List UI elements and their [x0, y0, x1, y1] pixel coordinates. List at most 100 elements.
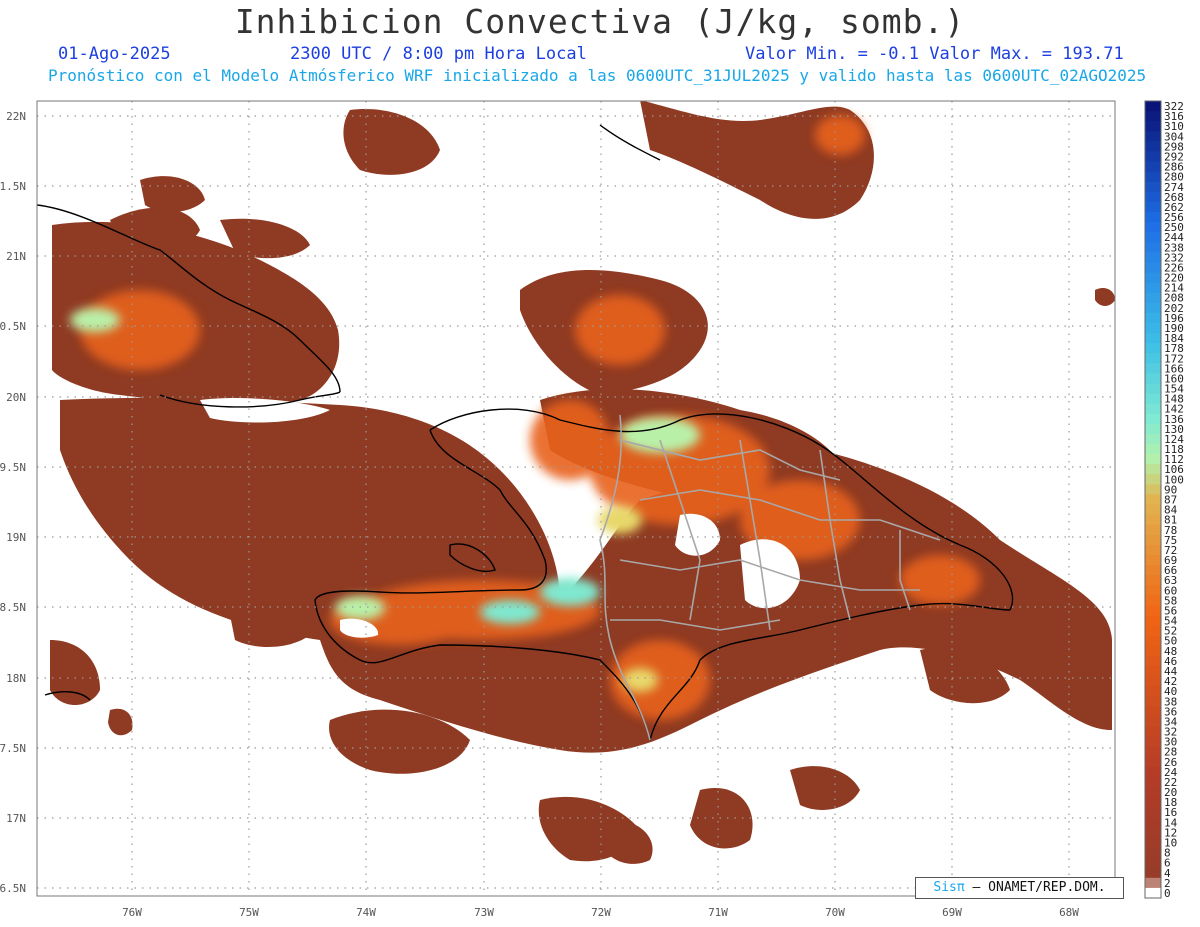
colorbar-swatch	[1145, 756, 1161, 768]
colorbar-swatch	[1145, 272, 1161, 284]
colorbar-swatch	[1145, 585, 1161, 596]
colorbar-swatch	[1145, 554, 1161, 566]
colorbar-swatch	[1145, 696, 1161, 707]
lat-label: 1.5N	[0, 180, 26, 193]
colorbar-swatch	[1145, 302, 1161, 314]
sis-logo: Sisπ	[933, 880, 965, 895]
latitude-labels: 22N 1.5N 21N 0.5N 20N 9.5N 19N 8.5N 18N …	[0, 110, 26, 895]
cin-field	[50, 101, 1115, 864]
colorbar-swatch	[1145, 232, 1161, 243]
colorbar-swatch	[1145, 101, 1161, 112]
colorbar-swatch	[1145, 423, 1161, 435]
colorbar-swatch	[1145, 262, 1161, 274]
colorbar-swatch	[1145, 706, 1161, 717]
colorbar-swatch	[1145, 504, 1161, 516]
lon-label: 75W	[239, 906, 259, 919]
credit-box: Sisπ – ONAMET/REP.DOM.	[915, 877, 1124, 899]
lat-label: 18N	[6, 672, 26, 685]
lat-label: 22N	[6, 110, 26, 123]
colorbar-swatch	[1145, 837, 1161, 849]
colorbar-swatch	[1145, 444, 1161, 455]
colorbar-swatch	[1145, 292, 1161, 304]
lat-label: 17N	[6, 812, 26, 825]
colorbar-swatch	[1145, 686, 1161, 697]
colorbar-swatch	[1145, 847, 1161, 859]
colorbar: 3223163103042982922862802742682622562502…	[1144, 100, 1184, 900]
colorbar-swatch	[1145, 171, 1161, 183]
colorbar-swatch	[1145, 383, 1161, 395]
colorbar-swatch	[1145, 716, 1161, 727]
colorbar-swatch	[1145, 353, 1161, 364]
colorbar-swatch	[1145, 191, 1161, 203]
lat-label: 21N	[6, 250, 26, 263]
colorbar-swatch	[1145, 211, 1161, 223]
colorbar-swatch	[1145, 887, 1161, 899]
colorbar-swatch	[1145, 433, 1161, 445]
colorbar-swatch	[1145, 534, 1161, 546]
colorbar-swatch	[1145, 484, 1161, 495]
colorbar-swatch	[1145, 524, 1161, 536]
colorbar-swatch	[1145, 312, 1161, 324]
colorbar-swatch	[1145, 121, 1161, 132]
lat-label: 6.5N	[0, 882, 26, 895]
lat-label: 8.5N	[0, 601, 26, 614]
colorbar-swatch	[1145, 625, 1161, 637]
colorbar-swatch	[1145, 363, 1161, 374]
lon-label: 68W	[1059, 906, 1079, 919]
colorbar-swatch	[1145, 201, 1161, 213]
colorbar-swatch	[1145, 373, 1161, 384]
lat-label: 19N	[6, 531, 26, 544]
colorbar-swatch	[1145, 605, 1161, 617]
credit-text: – ONAMET/REP.DOM.	[964, 880, 1106, 895]
colorbar-swatch	[1145, 867, 1161, 879]
lat-label: 9.5N	[0, 461, 26, 474]
colorbar-swatch	[1145, 676, 1161, 687]
colorbar-swatch	[1145, 655, 1161, 667]
lat-label: 20N	[6, 391, 26, 404]
colorbar-swatch	[1145, 464, 1161, 475]
colorbar-swatch	[1145, 665, 1161, 677]
colorbar-swatch	[1145, 131, 1161, 142]
colorbar-swatch	[1145, 565, 1161, 576]
lat-label: 7.5N	[0, 742, 26, 755]
colorbar-swatch	[1145, 393, 1161, 405]
colorbar-swatch	[1145, 494, 1161, 506]
longitude-labels: 76W 75W 74W 73W 72W 71W 70W 69W 68W	[122, 906, 1079, 919]
colorbar-swatch	[1145, 726, 1161, 738]
colorbar-swatch	[1145, 857, 1161, 869]
lon-label: 71W	[708, 906, 728, 919]
cin-map: 22N 1.5N 21N 0.5N 20N 9.5N 19N 8.5N 18N …	[0, 100, 1184, 919]
colorbar-swatch	[1145, 817, 1161, 828]
colorbar-swatch	[1145, 645, 1161, 657]
colorbar-swatch	[1145, 514, 1161, 526]
colorbar-swatch	[1145, 635, 1161, 647]
colorbar-swatch	[1145, 111, 1161, 122]
colorbar-swatch	[1145, 544, 1161, 556]
colorbar-swatch	[1145, 181, 1161, 193]
lon-label: 74W	[356, 906, 376, 919]
colorbar-swatch	[1145, 474, 1161, 485]
colorbar-swatch	[1145, 343, 1161, 354]
colorbar-swatch	[1145, 776, 1161, 788]
colorbar-swatch	[1145, 252, 1161, 263]
lon-label: 72W	[591, 906, 611, 919]
lon-label: 69W	[942, 906, 962, 919]
colorbar-swatch	[1145, 766, 1161, 778]
colorbar-swatch	[1145, 413, 1161, 425]
colorbar-swatch	[1145, 403, 1161, 415]
colorbar-swatch	[1145, 736, 1161, 748]
colorbar-label: 0	[1164, 887, 1171, 900]
colorbar-swatch	[1145, 746, 1161, 758]
colorbar-swatch	[1145, 807, 1161, 818]
colorbar-swatch	[1145, 282, 1161, 294]
colorbar-swatch	[1145, 242, 1161, 253]
colorbar-swatch	[1145, 454, 1161, 465]
colorbar-swatch	[1145, 827, 1161, 838]
lat-label: 0.5N	[0, 320, 26, 333]
colorbar-swatch	[1145, 575, 1161, 586]
colorbar-swatch	[1145, 161, 1161, 173]
colorbar-swatch	[1145, 333, 1161, 344]
colorbar-swatch	[1145, 877, 1161, 889]
colorbar-swatch	[1145, 797, 1161, 808]
colorbar-swatch	[1145, 615, 1161, 627]
